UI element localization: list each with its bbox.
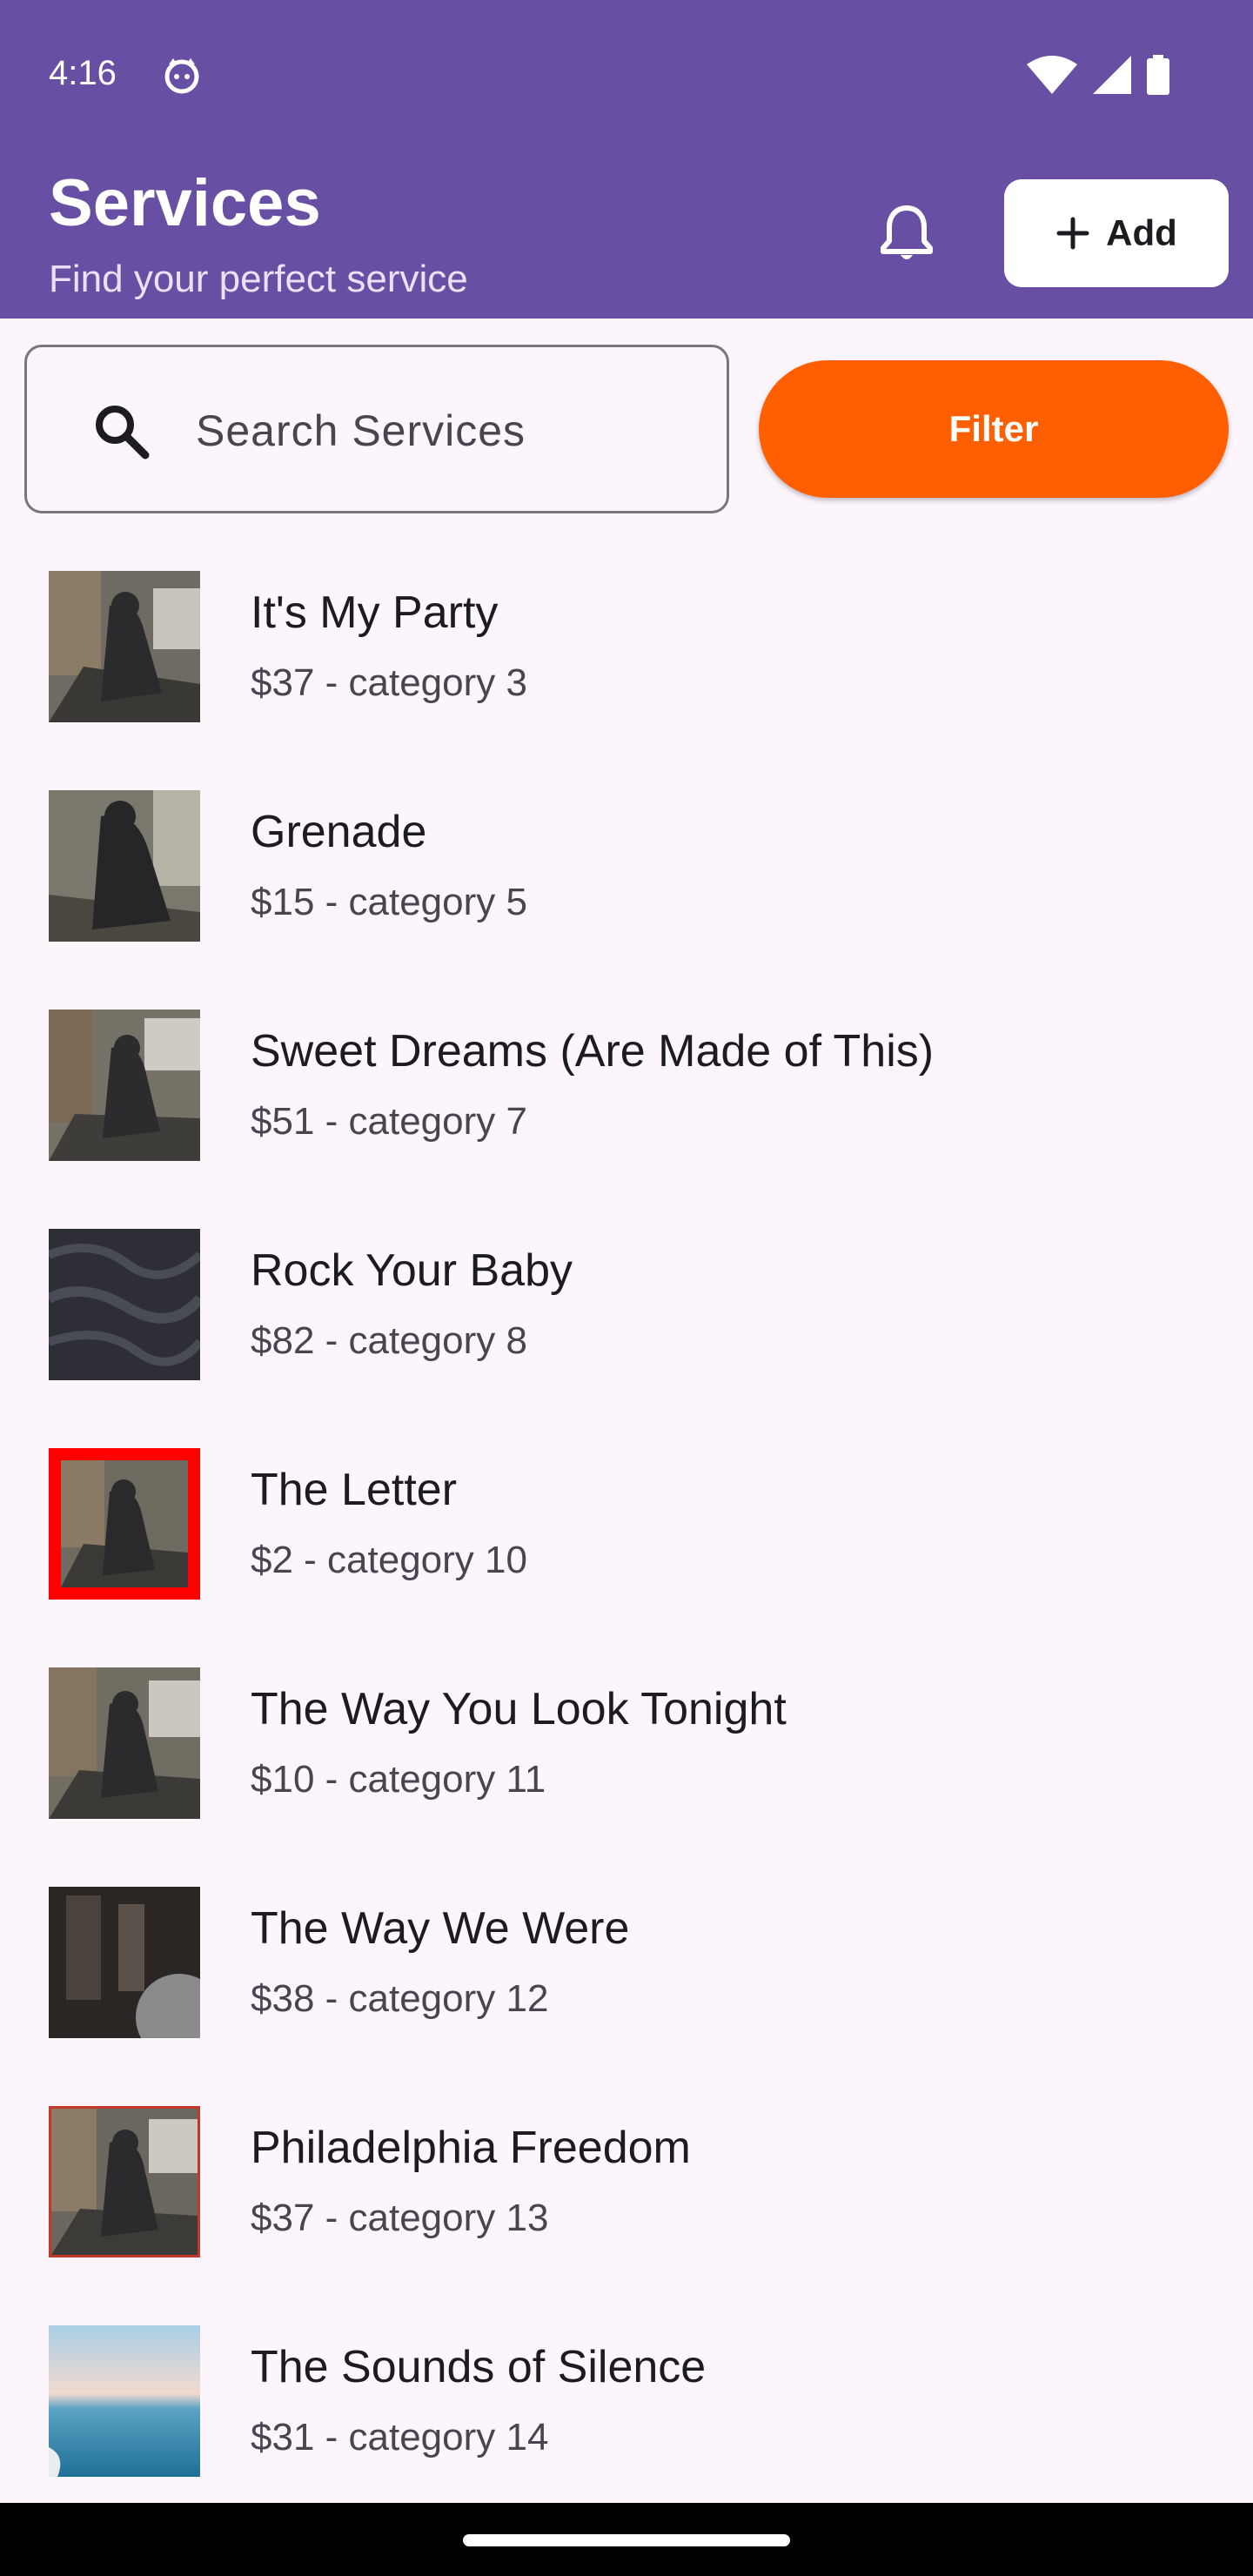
page-title: Services	[49, 166, 321, 240]
service-thumbnail	[49, 2106, 200, 2257]
status-bar: 4:16	[0, 0, 1253, 148]
service-subtitle: $10 - category 11	[251, 1758, 546, 1801]
service-thumbnail	[49, 571, 200, 722]
service-subtitle: $37 - category 13	[251, 2197, 549, 2239]
search-input[interactable]	[196, 399, 700, 462]
app-header: 4:16 Services Find your perfect service …	[0, 0, 1253, 319]
service-title: Philadelphia Freedom	[251, 2123, 691, 2173]
service-title: The Sounds of Silence	[251, 2342, 707, 2392]
notification-cat-icon	[164, 58, 199, 94]
add-button-label: Add	[1106, 212, 1177, 253]
service-subtitle: $51 - category 7	[251, 1100, 527, 1143]
filter-button-label: Filter	[948, 408, 1039, 449]
notifications-button[interactable]	[870, 197, 943, 270]
home-gesture-handle[interactable]	[463, 2534, 790, 2546]
list-item[interactable]: Philadelphia Freedom $37 - category 13	[0, 2106, 1253, 2325]
bell-icon	[881, 205, 933, 259]
status-time: 4:16	[49, 54, 117, 92]
list-item[interactable]: Sweet Dreams (Are Made of This) $51 - ca…	[0, 1010, 1253, 1229]
services-list: It's My Party $37 - category 3 Grenade $…	[0, 571, 1253, 2545]
search-field[interactable]	[24, 345, 729, 513]
wifi-icon	[1027, 56, 1077, 94]
service-thumbnail	[49, 1887, 200, 2038]
service-title: Sweet Dreams (Are Made of This)	[251, 1026, 935, 1077]
service-thumbnail	[49, 1667, 200, 1819]
services-screen: 4:16 Services Find your perfect service …	[0, 0, 1253, 2576]
service-title: Rock Your Baby	[251, 1245, 573, 1296]
service-subtitle: $2 - category 10	[251, 1539, 527, 1581]
service-subtitle: $31 - category 14	[251, 2416, 549, 2459]
battery-icon	[1147, 55, 1169, 95]
list-item[interactable]: The Way You Look Tonight $10 - category …	[0, 1667, 1253, 1887]
search-icon	[96, 406, 150, 460]
service-subtitle: $38 - category 12	[251, 1977, 549, 2020]
service-title: The Letter	[251, 1465, 458, 1515]
page-subtitle: Find your perfect service	[49, 258, 468, 300]
service-subtitle: $82 - category 8	[251, 1319, 527, 1362]
service-subtitle: $15 - category 5	[251, 881, 527, 923]
service-title: It's My Party	[251, 587, 499, 638]
system-nav-bar	[0, 2503, 1253, 2576]
filter-button[interactable]: Filter	[759, 360, 1229, 498]
add-button[interactable]: Add	[1004, 179, 1229, 287]
service-thumbnail	[49, 1448, 200, 1600]
service-thumbnail	[49, 1010, 200, 1161]
signal-icon	[1093, 56, 1131, 94]
list-item[interactable]: The Letter $2 - category 10	[0, 1448, 1253, 1667]
service-thumbnail	[49, 790, 200, 942]
service-thumbnail	[49, 1229, 200, 1380]
list-item[interactable]: It's My Party $37 - category 3	[0, 571, 1253, 790]
service-title: The Way We Were	[251, 1903, 630, 1954]
service-thumbnail	[49, 2325, 200, 2477]
service-title: The Way You Look Tonight	[251, 1684, 787, 1734]
list-item[interactable]: Grenade $15 - category 5	[0, 790, 1253, 1010]
list-item[interactable]: The Way We Were $38 - category 12	[0, 1887, 1253, 2106]
list-item[interactable]: Rock Your Baby $82 - category 8	[0, 1229, 1253, 1448]
status-icons	[1027, 54, 1169, 96]
service-subtitle: $37 - category 3	[251, 661, 527, 704]
plus-icon	[1056, 217, 1089, 250]
service-title: Grenade	[251, 807, 427, 857]
